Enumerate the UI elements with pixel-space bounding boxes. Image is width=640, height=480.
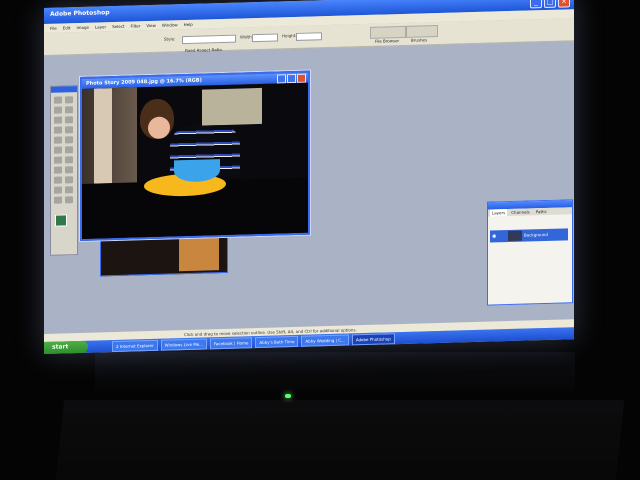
- maximize-button[interactable]: □: [544, 0, 556, 9]
- tab-paths[interactable]: Paths: [534, 208, 549, 215]
- menu-image[interactable]: Image: [76, 23, 89, 32]
- window-controls: _ □ ×: [530, 0, 570, 9]
- foreground-color-swatch[interactable]: [55, 214, 67, 227]
- menu-file[interactable]: File: [50, 24, 57, 33]
- layer-row-background[interactable]: ◉ Background: [490, 228, 568, 243]
- doc-maximize-button[interactable]: [287, 73, 296, 84]
- lasso-tool-icon[interactable]: [54, 106, 62, 114]
- brushes-label: Brushes: [411, 37, 428, 43]
- eraser-tool-icon[interactable]: [54, 146, 62, 154]
- blur-tool-icon[interactable]: [54, 156, 62, 164]
- toolbox-header[interactable]: [51, 86, 77, 93]
- photo-window: [202, 87, 262, 126]
- layers-palette: Layers Channels Paths ◉ Background: [487, 199, 573, 306]
- menu-window[interactable]: Window: [162, 20, 178, 29]
- menu-filter[interactable]: Filter: [130, 21, 140, 30]
- width-field[interactable]: [252, 33, 278, 43]
- path-selection-icon[interactable]: [54, 166, 62, 174]
- toolbox: [50, 85, 78, 256]
- gradient-tool-icon[interactable]: [65, 146, 73, 154]
- zoom-tool-icon[interactable]: [65, 196, 73, 204]
- photograph: Adobe Photoshop _ □ × File Edit Image La…: [0, 0, 640, 480]
- layer-thumbnail: [508, 230, 522, 242]
- menu-help[interactable]: Help: [184, 20, 193, 29]
- layer-name: Background: [524, 231, 548, 238]
- close-button[interactable]: ×: [558, 0, 570, 8]
- visibility-eye-icon[interactable]: ◉: [492, 233, 496, 239]
- magic-wand-tool-icon[interactable]: [65, 106, 73, 114]
- slice-tool-icon[interactable]: [65, 116, 73, 124]
- workspace: Photo Story 2009 048.jpg @ 16.7% (RGB) L…: [44, 41, 574, 336]
- file-browser-label: File Browser: [375, 38, 400, 44]
- minimize-button[interactable]: _: [530, 0, 542, 9]
- height-field[interactable]: [296, 32, 322, 41]
- height-label: Height:: [282, 32, 297, 39]
- shape-tool-icon[interactable]: [65, 176, 73, 184]
- tab-layers[interactable]: Layers: [490, 209, 508, 217]
- style-select[interactable]: Fixed Aspect Ratio: [182, 34, 236, 53]
- type-tool-icon[interactable]: [65, 166, 73, 174]
- task-windows-live[interactable]: Windows Live Me...: [160, 337, 207, 351]
- hand-tool-icon[interactable]: [54, 196, 62, 204]
- layers-palette-tabs: Layers Channels Paths: [488, 207, 572, 217]
- brushes-tab[interactable]: Brushes: [406, 24, 438, 43]
- menu-edit[interactable]: Edit: [63, 23, 71, 32]
- style-label: Style:: [164, 36, 176, 42]
- task-internet-explorer[interactable]: 2 Internet Explorer: [112, 339, 158, 352]
- app-title: Adobe Photoshop: [50, 9, 110, 18]
- task-photoshop[interactable]: Adobe Photoshop: [351, 332, 395, 345]
- desktop: Adobe Photoshop _ □ × File Edit Image La…: [44, 0, 574, 354]
- brush-tool-icon[interactable]: [65, 126, 73, 134]
- move-tool-icon[interactable]: [65, 96, 73, 104]
- pen-tool-icon[interactable]: [54, 176, 62, 184]
- marquee-tool-icon[interactable]: [54, 96, 62, 104]
- healing-brush-icon[interactable]: [54, 126, 62, 134]
- photo-doorway: [94, 88, 112, 184]
- dodge-tool-icon[interactable]: [65, 156, 73, 164]
- task-abby-wedding[interactable]: Abby Wedding | C...: [301, 333, 349, 347]
- eyedropper-tool-icon[interactable]: [65, 186, 73, 194]
- clone-stamp-icon[interactable]: [54, 136, 62, 144]
- crop-tool-icon[interactable]: [54, 116, 62, 124]
- notes-tool-icon[interactable]: [54, 186, 62, 194]
- menu-view[interactable]: View: [146, 21, 156, 30]
- document-canvas[interactable]: [82, 82, 308, 239]
- task-facebook[interactable]: Facebook | Home: [209, 336, 253, 349]
- file-browser-tab[interactable]: File Browser: [370, 25, 406, 44]
- start-button[interactable]: start: [44, 340, 88, 354]
- tab-channels[interactable]: Channels: [509, 208, 532, 216]
- doc-close-button[interactable]: [297, 73, 306, 83]
- document-window[interactable]: Photo Story 2009 048.jpg @ 16.7% (RGB): [80, 70, 310, 241]
- doc-minimize-button[interactable]: [277, 74, 286, 84]
- screen: Adobe Photoshop _ □ × File Edit Image La…: [0, 0, 640, 480]
- menu-layer[interactable]: Layer: [95, 22, 106, 31]
- task-abby-bath[interactable]: Abby's Bath Time: [255, 335, 299, 348]
- menu-select[interactable]: Select: [112, 22, 124, 31]
- history-brush-icon[interactable]: [65, 136, 73, 144]
